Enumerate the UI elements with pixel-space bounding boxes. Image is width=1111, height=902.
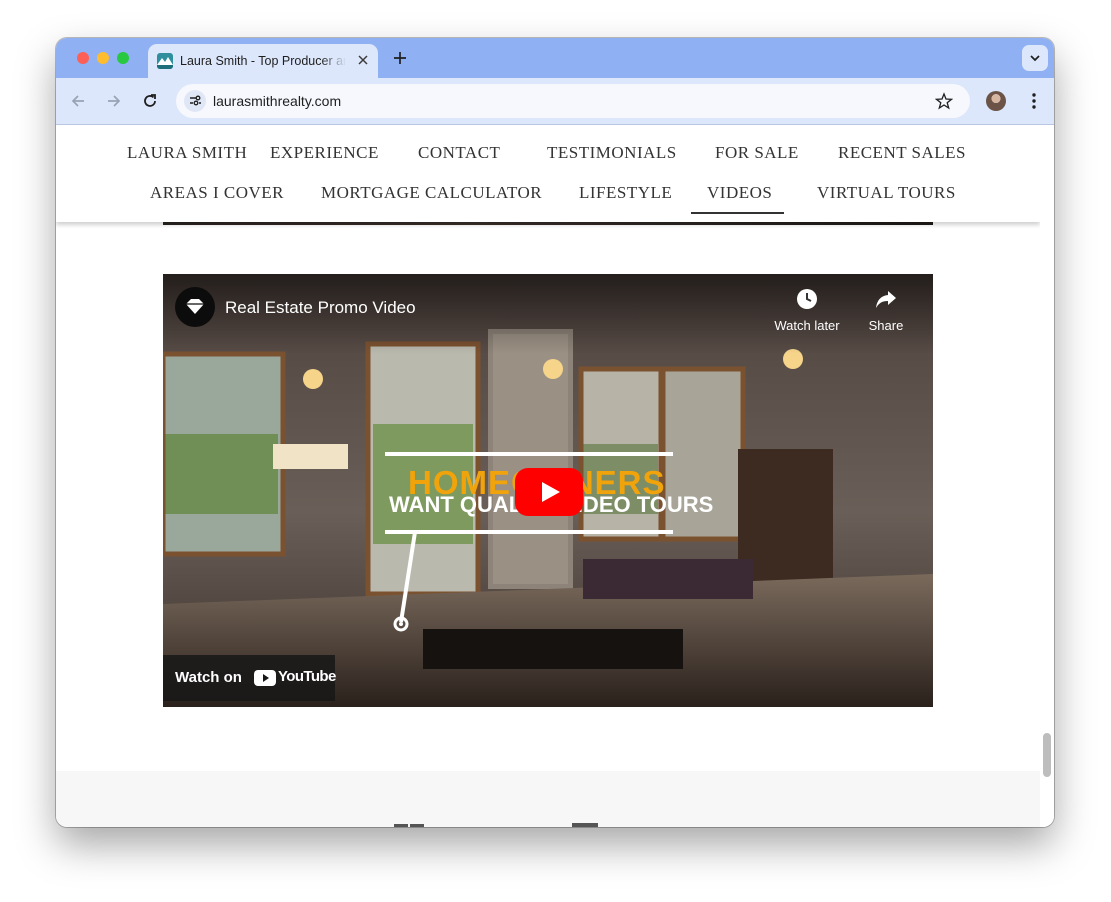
nav-link-contact[interactable]: CONTACT: [418, 143, 500, 163]
scrollbar-thumb[interactable]: [1043, 733, 1051, 777]
nav-link-experience[interactable]: EXPERIENCE: [270, 143, 379, 163]
site-favicon-icon: [157, 53, 173, 69]
nav-link-videos[interactable]: VIDEOS: [707, 183, 772, 203]
watch-later-button[interactable]: Watch later: [767, 318, 847, 333]
forward-icon[interactable]: [104, 91, 124, 111]
new-tab-icon[interactable]: [391, 49, 409, 67]
youtube-logo-text: YouTube: [278, 668, 336, 685]
channel-logo-icon[interactable]: [175, 287, 215, 327]
clock-icon[interactable]: [795, 287, 819, 311]
scrollbar-track[interactable]: [1040, 125, 1054, 827]
tab-strip: Laura Smith - Top Producer and Real Esta…: [56, 38, 1054, 78]
page-viewport: LAURA SMITH EXPERIENCE CONTACT TESTIMONI…: [56, 125, 1054, 827]
close-tab-icon[interactable]: [355, 52, 371, 68]
close-window-button[interactable]: [77, 52, 89, 64]
more-menu-icon[interactable]: [1024, 91, 1044, 111]
chevron-down-icon: [1030, 55, 1040, 62]
site-info-icon[interactable]: [184, 90, 206, 112]
tab-search-button[interactable]: [1022, 45, 1048, 71]
browser-toolbar: laurasmithrealty.com: [56, 78, 1054, 125]
minimize-window-button[interactable]: [97, 52, 109, 64]
youtube-video-player[interactable]: Real Estate Promo Video Watch later Shar…: [163, 274, 933, 707]
share-button[interactable]: Share: [856, 318, 916, 333]
nav-link-areas-i-cover[interactable]: AREAS I COVER: [150, 183, 284, 203]
watch-on-label: Watch on: [175, 669, 242, 686]
nav-link-for-sale[interactable]: FOR SALE: [715, 143, 799, 163]
profile-avatar[interactable]: [986, 91, 1006, 111]
share-icon[interactable]: [874, 287, 898, 311]
reload-icon[interactable]: [140, 91, 160, 111]
youtube-logo-icon: [254, 670, 276, 686]
nav-link-testimonials[interactable]: TESTIMONIALS: [547, 143, 677, 163]
play-button-icon[interactable]: [515, 468, 583, 516]
nav-link-laura-smith[interactable]: LAURA SMITH: [127, 143, 247, 163]
nav-link-mortgage-calculator[interactable]: MORTGAGE CALCULATOR: [321, 183, 542, 203]
browser-window: Laura Smith - Top Producer and Real Esta…: [56, 38, 1054, 827]
bookmark-star-icon[interactable]: [934, 92, 954, 110]
watch-on-youtube-button[interactable]: Watch on YouTube: [163, 655, 336, 701]
nav-link-virtual-tours[interactable]: VIRTUAL TOURS: [817, 183, 956, 203]
site-navigation: LAURA SMITH EXPERIENCE CONTACT TESTIMONI…: [56, 125, 1040, 222]
zoom-window-button[interactable]: [117, 52, 129, 64]
nav-link-lifestyle[interactable]: LIFESTYLE: [579, 183, 672, 203]
tab-title: Laura Smith - Top Producer and Real Esta…: [180, 54, 346, 68]
active-nav-indicator: [691, 212, 784, 214]
browser-tab-active[interactable]: Laura Smith - Top Producer and Real Esta…: [148, 44, 378, 78]
footer-section: [56, 771, 1040, 827]
url-text: laurasmithrealty.com: [213, 93, 342, 109]
nav-link-recent-sales[interactable]: RECENT SALES: [838, 143, 966, 163]
address-bar[interactable]: laurasmithrealty.com: [176, 84, 970, 118]
footer-content-peek: [394, 823, 598, 827]
back-icon[interactable]: [68, 91, 88, 111]
video-title[interactable]: Real Estate Promo Video: [225, 298, 416, 318]
